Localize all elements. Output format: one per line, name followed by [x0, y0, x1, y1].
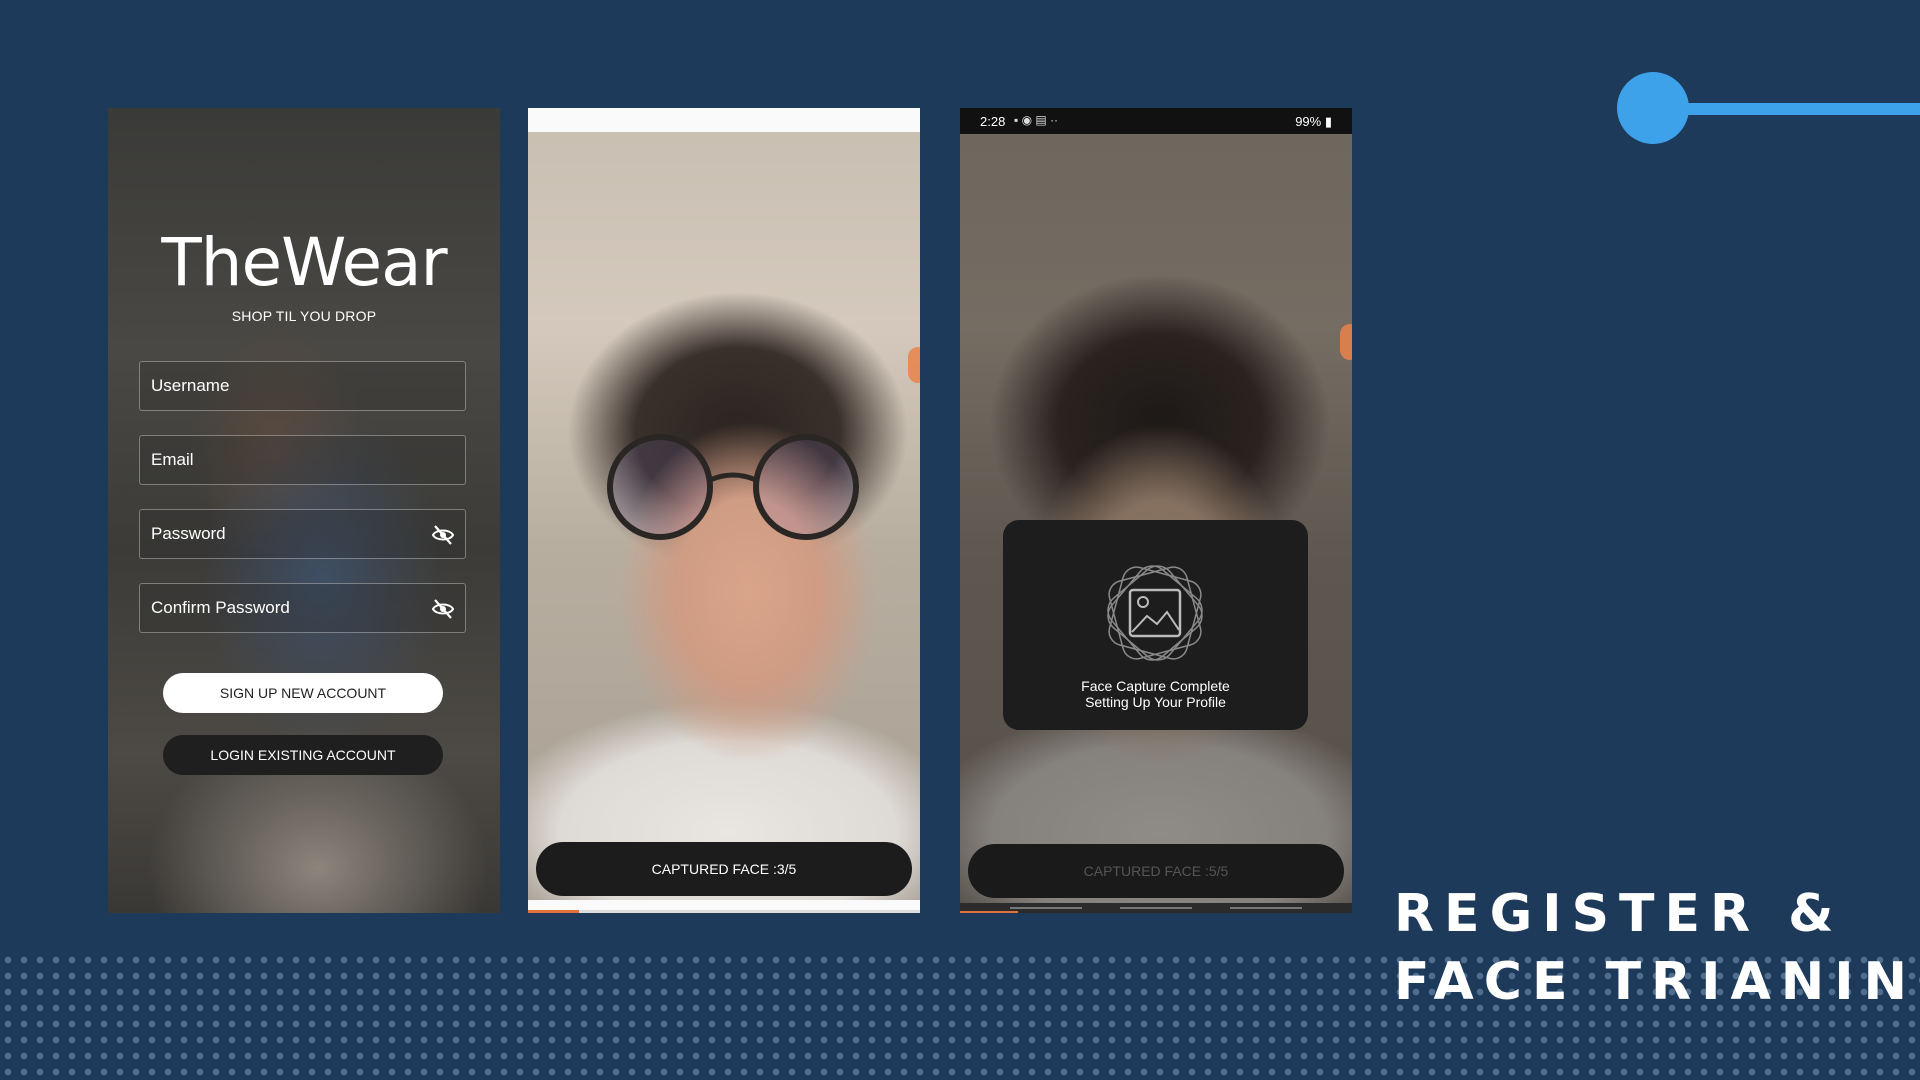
password-placeholder: Password	[151, 524, 226, 543]
camera-subject-glasses	[607, 434, 859, 540]
capture-complete-screen: 2:28 ▪ ◉ ▤ ·· 99% ▮ Face Capture Complet…	[960, 108, 1352, 913]
camera-preview-dimmed: Face Capture Complete Setting Up Your Pr…	[960, 134, 1352, 908]
system-nav-bar	[960, 903, 1352, 913]
timeline-dot	[1617, 72, 1689, 144]
email-placeholder: Email	[151, 450, 194, 469]
capture-complete-dialog: Face Capture Complete Setting Up Your Pr…	[1003, 520, 1308, 730]
nav-recent-button[interactable]	[1010, 907, 1082, 909]
status-time: 2:28	[980, 114, 1006, 129]
dialog-line-2: Setting Up Your Profile	[1085, 694, 1226, 710]
login-button[interactable]: LOGIN EXISTING ACCOUNT	[163, 735, 443, 775]
username-field[interactable]: Username	[139, 361, 466, 411]
username-placeholder: Username	[151, 376, 230, 395]
capture-status-pill: CAPTURED FACE :3/5	[536, 842, 912, 896]
nav-home-button[interactable]	[1120, 907, 1192, 909]
confirm-password-placeholder: Confirm Password	[151, 598, 290, 617]
image-processing-icon	[1107, 565, 1203, 661]
register-screen: TheWear SHOP TIL YOU DROP Username Email…	[108, 108, 500, 913]
email-field[interactable]: Email	[139, 435, 466, 485]
dialog-line-1: Face Capture Complete	[1081, 678, 1230, 694]
camera-edge-indicator	[1340, 324, 1352, 360]
password-field[interactable]: Password	[139, 509, 466, 559]
title-line-1: REGISTER &	[1394, 884, 1844, 944]
capture-progress-bar	[528, 910, 920, 913]
eye-off-icon[interactable]	[431, 523, 455, 547]
dialog-message: Face Capture Complete Setting Up Your Pr…	[1003, 678, 1308, 710]
signup-button[interactable]: SIGN UP NEW ACCOUNT	[163, 673, 443, 713]
camera-preview: CAPTURED FACE :3/5	[528, 132, 920, 900]
progress-indicator	[960, 911, 1018, 913]
status-bar: 2:28 ▪ ◉ ▤ ·· 99% ▮	[960, 108, 1352, 134]
brand-logo: TheWear	[161, 224, 447, 301]
eye-off-icon[interactable]	[431, 597, 455, 621]
battery-level: 99%	[1295, 114, 1322, 129]
camera-edge-indicator	[908, 347, 920, 383]
status-battery: 99% ▮	[1295, 114, 1332, 129]
confirm-password-field[interactable]: Confirm Password	[139, 583, 466, 633]
timeline-line	[1650, 103, 1920, 115]
capture-progress-fill	[528, 910, 579, 913]
capture-status-pill: CAPTURED FACE :5/5	[968, 844, 1344, 898]
status-notification-icons: ▪ ◉ ▤ ··	[1014, 113, 1059, 127]
brand-tagline: SHOP TIL YOU DROP	[231, 308, 377, 324]
face-capture-screen: CAPTURED FACE :3/5	[528, 108, 920, 913]
nav-back-button[interactable]	[1230, 907, 1302, 909]
slide-title: REGISTER & FACE TRIANING	[1394, 880, 1920, 1016]
title-line-2: FACE TRIANING	[1394, 952, 1920, 1012]
